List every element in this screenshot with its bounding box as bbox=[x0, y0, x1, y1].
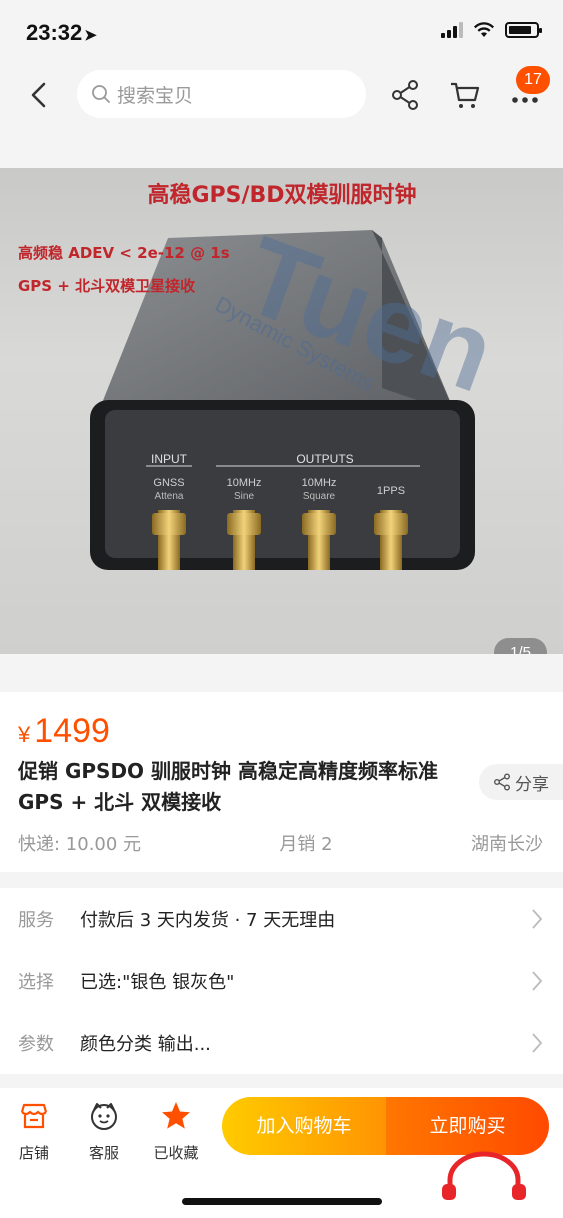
search-input[interactable]: 搜索宝贝 bbox=[77, 70, 366, 118]
home-indicator bbox=[182, 1198, 382, 1205]
row-value: 已选:"银色 银灰色" bbox=[80, 972, 235, 993]
parameters-row[interactable]: 参数 颜色分类 输出... bbox=[0, 1012, 563, 1074]
share-icon bbox=[494, 773, 510, 791]
customer-service-tab[interactable]: 客服 bbox=[74, 1100, 134, 1163]
battery-icon bbox=[505, 22, 542, 38]
share-label: 分享 bbox=[515, 774, 549, 795]
favorite-label: 已收藏 bbox=[153, 1144, 199, 1162]
store-tab-label: 店铺 bbox=[18, 1144, 49, 1162]
shipping-fee: 快递: 10.00 元 bbox=[18, 834, 142, 855]
image-line-2: GPS + 北斗双模卫星接收 bbox=[18, 277, 195, 295]
favorite-tab[interactable]: 已收藏 bbox=[146, 1100, 206, 1163]
share-button[interactable]: 分享 bbox=[479, 764, 563, 800]
search-icon bbox=[92, 85, 110, 103]
port-sub-label: Square bbox=[303, 491, 336, 502]
currency-symbol: ¥ bbox=[18, 722, 31, 747]
chevron-right-icon bbox=[532, 909, 543, 929]
row-value: 颜色分类 输出... bbox=[80, 1034, 211, 1055]
image-headline: 高稳GPS/BD双模驯服时钟 bbox=[147, 182, 416, 208]
row-key: 服务 bbox=[18, 910, 54, 931]
row-key: 参数 bbox=[18, 1034, 54, 1055]
chevron-right-icon bbox=[532, 1033, 543, 1053]
cart-count-badge: 17 bbox=[516, 66, 550, 94]
back-icon[interactable] bbox=[22, 78, 56, 112]
panel-input-label: INPUT bbox=[151, 452, 188, 466]
store-icon bbox=[20, 1103, 48, 1129]
gallery-page-indicator: 1/5 bbox=[494, 638, 547, 654]
port-sub-label: Sine bbox=[234, 491, 254, 502]
product-info: ¥1499 促销 GPSDO 驯服时钟 高稳定高精度频率标准 GPS + 北斗 … bbox=[0, 692, 563, 872]
location-arrow-icon: ➤ bbox=[84, 27, 97, 44]
product-title: 促销 GPSDO 驯服时钟 高稳定高精度频率标准 GPS + 北斗 双模接收 bbox=[18, 759, 438, 814]
search-placeholder: 搜索宝贝 bbox=[117, 84, 194, 107]
star-icon bbox=[162, 1102, 190, 1129]
service-options: 服务 付款后 3 天内发货 · 7 天无理由 选择 已选:"银色 银灰色" 参数… bbox=[0, 888, 563, 1074]
row-value: 付款后 3 天内发货 · 7 天无理由 bbox=[80, 910, 336, 931]
customer-service-label: 客服 bbox=[88, 1144, 119, 1162]
port-label: 10MHz bbox=[302, 477, 337, 489]
row-key: 选择 bbox=[18, 972, 54, 993]
floating-service-icon[interactable] bbox=[436, 1150, 532, 1200]
wifi-icon bbox=[474, 22, 494, 37]
cart-icon[interactable] bbox=[448, 78, 482, 112]
port-label: 1PPS bbox=[377, 485, 405, 497]
port-label: 10MHz bbox=[227, 477, 262, 489]
product-photo: Tuen Dynamic Systems 高稳GPS/BD双模驯服时钟 高频稳 … bbox=[18, 182, 510, 570]
monthly-sales: 月销 2 bbox=[279, 834, 333, 855]
panel-outputs-label: OUTPUTS bbox=[296, 452, 353, 466]
port-label: GNSS bbox=[153, 477, 184, 489]
status-bar: 23:32 ➤ bbox=[0, 0, 563, 64]
cellular-signal-icon bbox=[441, 22, 463, 38]
product-image-gallery[interactable]: Tuen Dynamic Systems 高稳GPS/BD双模驯服时钟 高频稳 … bbox=[0, 168, 563, 654]
add-to-cart-button[interactable]: 加入购物车 bbox=[222, 1097, 386, 1155]
service-row[interactable]: 服务 付款后 3 天内发货 · 7 天无理由 bbox=[0, 888, 563, 950]
selection-row[interactable]: 选择 已选:"银色 银灰色" bbox=[0, 950, 563, 1012]
image-line-1: 高频稳 ADEV < 2e-12 @ 1s bbox=[18, 244, 230, 262]
nav-bar: 搜索宝贝 17 bbox=[0, 64, 563, 130]
customer-service-icon bbox=[91, 1103, 117, 1130]
share-icon[interactable] bbox=[388, 78, 422, 112]
port-sub-label: Attena bbox=[155, 491, 184, 502]
product-price: ¥1499 bbox=[18, 712, 110, 751]
seller-location: 湖南长沙 bbox=[470, 834, 543, 855]
buy-now-button[interactable]: 立即购买 bbox=[386, 1097, 549, 1155]
price-value: 1499 bbox=[34, 712, 110, 750]
store-tab[interactable]: 店铺 bbox=[4, 1100, 64, 1163]
chevron-right-icon bbox=[532, 971, 543, 991]
status-time: 23:32 ➤ bbox=[26, 20, 97, 45]
